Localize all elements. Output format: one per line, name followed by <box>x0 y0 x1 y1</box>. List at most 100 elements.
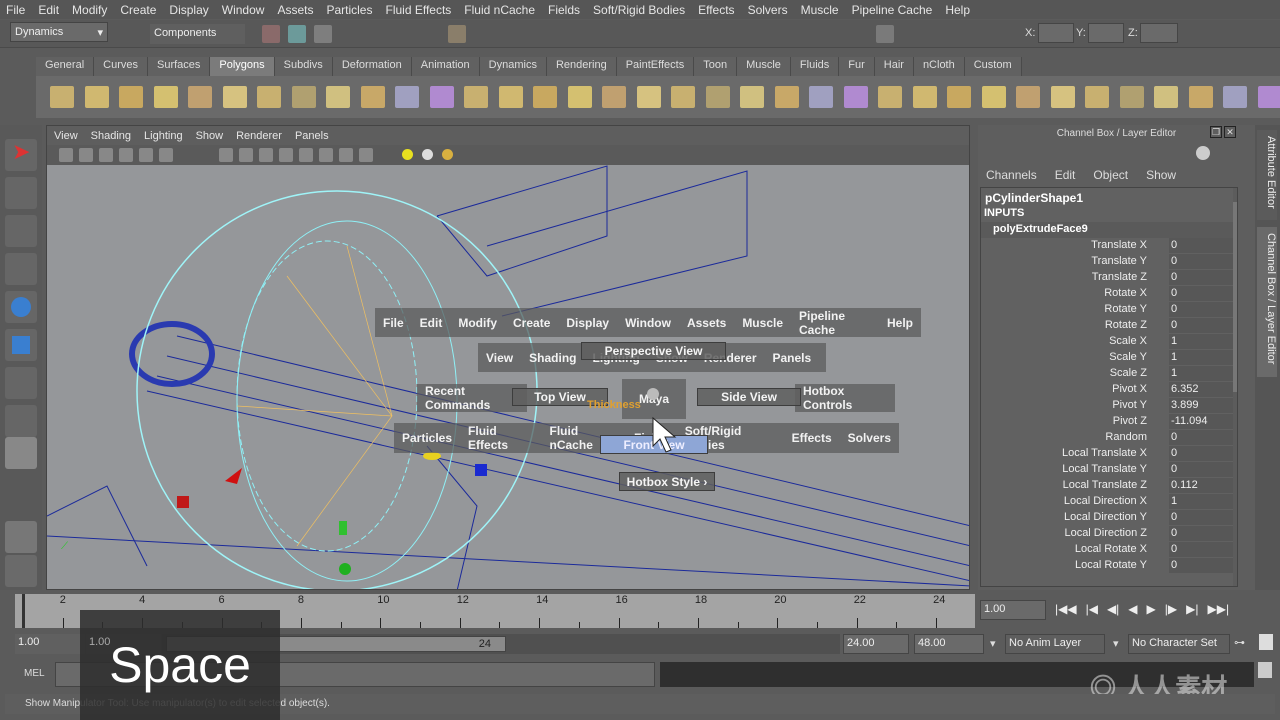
animation-end-field[interactable]: 48.00 <box>914 634 984 654</box>
tab-custom[interactable]: Custom <box>964 57 1022 76</box>
input-node-name[interactable]: polyExtrudeFace9 <box>993 223 1088 235</box>
tab-surfaces[interactable]: Surfaces <box>147 57 211 76</box>
channel-value[interactable]: 1 <box>1169 366 1233 381</box>
four-view-layout-icon[interactable] <box>5 555 37 587</box>
menu-help[interactable]: Help <box>945 3 970 17</box>
hotbox-menu-shading[interactable]: Shading <box>521 351 584 365</box>
channel-value[interactable]: 0 <box>1169 446 1233 461</box>
channel-row[interactable]: Translate X 0 <box>981 238 1233 254</box>
shelf-tool-icon[interactable] <box>1119 86 1144 108</box>
channel-menu-edit[interactable]: Edit <box>1055 168 1076 182</box>
tab-fluids[interactable]: Fluids <box>790 57 840 76</box>
shelf-tool-icon[interactable] <box>740 86 764 108</box>
shelf-tool-icon[interactable] <box>1085 86 1109 108</box>
channel-value[interactable]: 6.352 <box>1169 382 1233 397</box>
shelf-tool-icon[interactable] <box>981 86 1006 108</box>
channel-row[interactable]: Pivot Z -11.094 <box>981 414 1233 430</box>
universal-manipulator-icon[interactable] <box>5 367 37 399</box>
tab-subdivs[interactable]: Subdivs <box>274 57 333 76</box>
channel-value[interactable]: 0 <box>1169 302 1233 317</box>
hotbox-menu-help[interactable]: Help <box>879 316 921 330</box>
play-forward-icon[interactable]: ▶ <box>1147 602 1156 616</box>
shelf-tool-icon[interactable] <box>533 86 557 108</box>
shelf-tool-icon[interactable] <box>705 86 730 108</box>
x-field[interactable] <box>1038 23 1074 43</box>
channel-row[interactable]: Local Direction X 1 <box>981 494 1233 510</box>
hotbox-menu-edit[interactable]: Edit <box>412 316 451 330</box>
menu-file[interactable]: File <box>6 3 25 17</box>
menu-modify[interactable]: Modify <box>72 3 107 17</box>
channel-value[interactable]: 0 <box>1169 238 1233 253</box>
menu-display[interactable]: Display <box>169 3 208 17</box>
shelf-tool-icon[interactable] <box>326 86 350 108</box>
viewport-menu-view[interactable]: View <box>54 130 78 142</box>
shelf-tool-icon[interactable] <box>1188 86 1213 108</box>
playback-start-field[interactable]: 1.00 <box>86 634 126 654</box>
menuset-dropdown[interactable]: Dynamics ▾ <box>10 22 108 42</box>
step-forward-key-icon[interactable]: |▶ <box>1165 602 1177 616</box>
viewport-tool-icon[interactable] <box>239 148 253 162</box>
shadows-icon[interactable] <box>442 149 453 160</box>
shelf-tool-icon[interactable] <box>947 86 971 108</box>
go-to-start-icon[interactable]: |◀◀ <box>1055 602 1077 616</box>
shelf-tool-icon[interactable] <box>1154 86 1178 108</box>
hotbox-recent-commands[interactable]: Recent Commands <box>417 384 527 412</box>
hotbox-menu-panels[interactable]: Panels <box>765 351 820 365</box>
z-field[interactable] <box>1140 23 1178 43</box>
viewport-menu-lighting[interactable]: Lighting <box>144 130 183 142</box>
hotbox-menu-file[interactable]: File <box>375 316 412 330</box>
tab-ncloth[interactable]: nCloth <box>913 57 965 76</box>
channel-value[interactable]: 3.899 <box>1169 398 1233 413</box>
chevron-down-icon[interactable]: ▾ <box>990 637 996 650</box>
side-view-button[interactable]: Side View <box>697 388 801 406</box>
channel-row[interactable]: Scale X 1 <box>981 334 1233 350</box>
hotbox-menu-effects[interactable]: Effects <box>784 431 840 445</box>
channel-row[interactable]: Rotate Y 0 <box>981 302 1233 318</box>
shelf-tool-icon[interactable] <box>1223 86 1247 108</box>
hotbox-menu-modify[interactable]: Modify <box>450 316 505 330</box>
shelf-tool-icon[interactable] <box>1050 86 1075 108</box>
channel-value[interactable]: 0 <box>1169 526 1233 541</box>
layer-editor-icon[interactable] <box>1196 146 1210 160</box>
channel-value[interactable]: 0 <box>1169 318 1233 333</box>
shelf-tool-icon[interactable] <box>567 86 592 108</box>
shelf-tool-icon[interactable] <box>602 86 626 108</box>
shelf-tool-icon[interactable] <box>291 86 316 108</box>
current-time-marker[interactable] <box>22 594 25 628</box>
lasso-tool-icon[interactable] <box>5 177 37 209</box>
channel-value[interactable]: 1 <box>1169 494 1233 509</box>
shelf-tool-icon[interactable] <box>809 86 833 108</box>
channel-value[interactable]: 0.112 <box>1169 478 1233 493</box>
tab-toon[interactable]: Toon <box>694 57 738 76</box>
channel-value[interactable]: 0 <box>1169 542 1233 557</box>
shelf-tool-icon[interactable] <box>119 86 143 108</box>
channel-row[interactable]: Local Rotate Y 0 <box>981 558 1233 574</box>
channel-value[interactable]: -11.094 <box>1169 414 1233 429</box>
viewport-tool-icon[interactable] <box>99 148 113 162</box>
menu-soft-rigid-bodies[interactable]: Soft/Rigid Bodies <box>593 3 685 17</box>
object-name[interactable]: pCylinderShape1 <box>985 191 1083 205</box>
range-start-field[interactable]: 1.00 <box>15 634 85 654</box>
viewport-tool-icon[interactable] <box>319 148 333 162</box>
scale-tool-icon[interactable] <box>5 329 37 361</box>
tab-curves[interactable]: Curves <box>94 57 148 76</box>
menu-fluid-effects[interactable]: Fluid Effects <box>385 3 451 17</box>
shelf-tool-icon[interactable] <box>671 86 695 108</box>
menu-edit[interactable]: Edit <box>38 3 59 17</box>
menu-fluid-ncache[interactable]: Fluid nCache <box>464 3 535 17</box>
menu-effects[interactable]: Effects <box>698 3 734 17</box>
shelf-tool-icon[interactable] <box>188 86 212 108</box>
menu-pipeline-cache[interactable]: Pipeline Cache <box>852 3 933 17</box>
channel-row[interactable]: Translate Z 0 <box>981 270 1233 286</box>
channel-menu-channels[interactable]: Channels <box>986 168 1037 182</box>
step-back-frame-icon[interactable]: |◀ <box>1086 602 1098 616</box>
hotbox-menu-create[interactable]: Create <box>505 316 558 330</box>
channel-row[interactable]: Local Translate X 0 <box>981 446 1233 462</box>
shelf-tool-icon[interactable] <box>636 86 661 108</box>
viewport-tool-icon[interactable] <box>299 148 313 162</box>
channel-row[interactable]: Local Translate Z 0.112 <box>981 478 1233 494</box>
shelf-tool-icon[interactable] <box>360 86 385 108</box>
tab-painteffects[interactable]: PaintEffects <box>616 57 695 76</box>
channel-row[interactable]: Scale Z 1 <box>981 366 1233 382</box>
channel-row[interactable]: Local Rotate X 0 <box>981 542 1233 558</box>
